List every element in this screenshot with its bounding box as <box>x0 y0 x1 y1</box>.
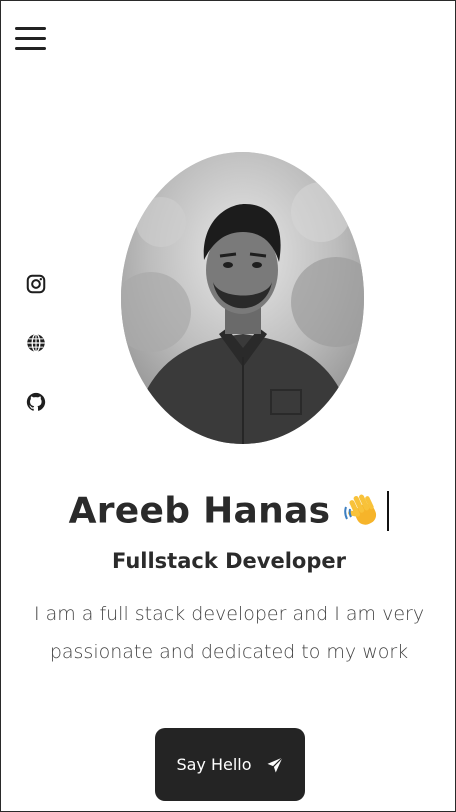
send-icon <box>267 756 283 772</box>
say-hello-label: Say Hello <box>176 755 252 774</box>
say-hello-button[interactable]: Say Hello <box>155 728 305 801</box>
typing-cursor <box>387 491 390 531</box>
waving-hand-icon <box>342 489 386 533</box>
name-heading: Areeb Hanas <box>1 489 456 533</box>
github-icon[interactable] <box>25 391 47 413</box>
profile-bio: I am a full stack developer and I am ver… <box>33 603 425 663</box>
globe-icon[interactable] <box>25 332 47 354</box>
hamburger-menu-icon[interactable] <box>15 25 47 53</box>
home-page: Areeb Hanas Fullstack Developer I am a f… <box>0 0 456 812</box>
instagram-icon[interactable] <box>25 273 47 295</box>
profile-role: Fullstack Developer <box>112 549 346 573</box>
profile-photo <box>121 152 364 444</box>
profile-name: Areeb Hanas <box>68 490 331 532</box>
